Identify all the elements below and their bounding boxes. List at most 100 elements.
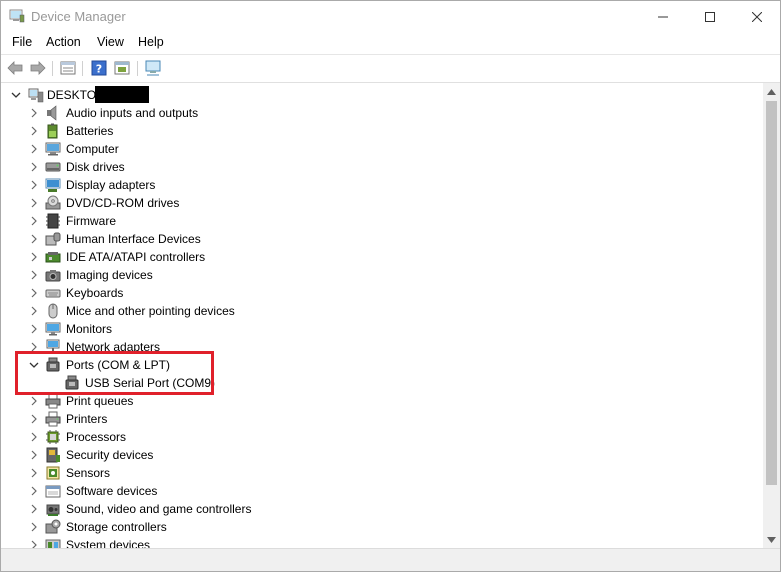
- forward-icon: [30, 61, 46, 75]
- tree-root[interactable]: DESKTOP: [1, 86, 761, 104]
- tree-item-dvd-cd-rom-drives[interactable]: DVD/CD-ROM drives: [1, 194, 761, 212]
- maximize-icon: [705, 11, 715, 22]
- chevron-right-icon[interactable]: [29, 180, 39, 190]
- chevron-right-icon[interactable]: [29, 324, 39, 334]
- tree-item-label: Human Interface Devices: [66, 232, 201, 246]
- storage-icon: [45, 519, 61, 534]
- window-title: Device Manager: [31, 9, 126, 24]
- tree-item-label: Computer: [66, 142, 119, 156]
- tree-item-audio-inputs-and-outputs[interactable]: Audio inputs and outputs: [1, 104, 761, 122]
- tree-item-keyboards[interactable]: Keyboards: [1, 284, 761, 302]
- chevron-right-icon[interactable]: [29, 306, 39, 316]
- device-manager-window: Device Manager File Action View Help ? D…: [0, 0, 781, 572]
- chevron-right-icon[interactable]: [29, 108, 39, 118]
- tree-item-storage-controllers[interactable]: Storage controllers: [1, 518, 761, 536]
- scroll-up-button[interactable]: [763, 83, 780, 100]
- tree-item-human-interface-devices[interactable]: Human Interface Devices: [1, 230, 761, 248]
- camera-icon: [45, 270, 61, 282]
- chevron-right-icon[interactable]: [29, 468, 39, 478]
- chevron-right-icon[interactable]: [29, 162, 39, 172]
- chevron-right-icon[interactable]: [29, 504, 39, 514]
- system-icon: [45, 539, 61, 548]
- svg-text:?: ?: [96, 63, 102, 76]
- tree-item-label: Display adapters: [66, 178, 156, 192]
- computer-icon: [45, 142, 61, 156]
- tree-item-processors[interactable]: Processors: [1, 428, 761, 446]
- chevron-right-icon[interactable]: [29, 198, 39, 208]
- tree-item-sensors[interactable]: Sensors: [1, 464, 761, 482]
- tree-item-label: Disk drives: [66, 160, 125, 174]
- monitor-icon: [45, 322, 61, 336]
- tree-item-software-devices[interactable]: Software devices: [1, 482, 761, 500]
- chevron-right-icon[interactable]: [29, 234, 39, 244]
- chevron-right-icon[interactable]: [29, 252, 39, 262]
- menu-help[interactable]: Help: [136, 35, 166, 49]
- tree-item-imaging-devices[interactable]: Imaging devices: [1, 266, 761, 284]
- chevron-right-icon[interactable]: [29, 540, 39, 548]
- status-bar: [1, 548, 780, 571]
- maximize-button[interactable]: [687, 1, 733, 32]
- tree-item-monitors[interactable]: Monitors: [1, 320, 761, 338]
- device-manager-icon: [9, 9, 25, 23]
- properties-button[interactable]: [59, 59, 77, 77]
- scan-hardware-button[interactable]: [144, 59, 162, 77]
- close-button[interactable]: [734, 1, 780, 32]
- tree-item-label: IDE ATA/ATAPI controllers: [66, 250, 206, 264]
- back-button[interactable]: [6, 59, 24, 77]
- chevron-right-icon[interactable]: [29, 270, 39, 280]
- tree-item-firmware[interactable]: Firmware: [1, 212, 761, 230]
- menu-view[interactable]: View: [95, 35, 126, 49]
- scan-hardware-icon: [145, 60, 161, 76]
- menu-bar: File Action View Help: [1, 32, 780, 53]
- help-button[interactable]: ?: [90, 59, 108, 77]
- tree-item-label: Imaging devices: [66, 268, 153, 282]
- computer-icon: [28, 88, 44, 103]
- forward-button[interactable]: [29, 59, 47, 77]
- redacted-name: [95, 86, 149, 103]
- chevron-down-icon[interactable]: [11, 90, 21, 100]
- display-adapter-icon: [45, 178, 61, 192]
- chevron-right-icon[interactable]: [29, 144, 39, 154]
- update-driver-icon: [114, 61, 130, 75]
- update-driver-button[interactable]: [113, 59, 131, 77]
- tree-item-label: System devices: [66, 538, 151, 548]
- tree-item-label: Printers: [66, 412, 108, 426]
- tree-item-display-adapters[interactable]: Display adapters: [1, 176, 761, 194]
- menu-file[interactable]: File: [10, 35, 34, 49]
- minimize-button[interactable]: [640, 1, 686, 32]
- tree-item-sound-video-and-game-controllers[interactable]: Sound, video and game controllers: [1, 500, 761, 518]
- battery-icon: [47, 123, 58, 139]
- tree-item-label: Storage controllers: [66, 520, 167, 534]
- tree-item-label: Audio inputs and outputs: [66, 106, 199, 120]
- tree-item-batteries[interactable]: Batteries: [1, 122, 761, 140]
- chevron-right-icon[interactable]: [29, 126, 39, 136]
- chevron-right-icon[interactable]: [29, 288, 39, 298]
- chevron-right-icon[interactable]: [29, 216, 39, 226]
- scroll-down-button[interactable]: [763, 531, 780, 548]
- tree-item-label: Software devices: [66, 484, 158, 498]
- chevron-right-icon[interactable]: [29, 450, 39, 460]
- tree-item-label: Sensors: [66, 466, 111, 480]
- tree-item-computer[interactable]: Computer: [1, 140, 761, 158]
- tree-item-printers[interactable]: Printers: [1, 410, 761, 428]
- tree-item-disk-drives[interactable]: Disk drives: [1, 158, 761, 176]
- vertical-scrollbar[interactable]: [763, 83, 780, 548]
- chevron-right-icon[interactable]: [29, 396, 39, 406]
- scrollbar-thumb[interactable]: [766, 101, 777, 485]
- printer-icon: [45, 411, 61, 427]
- tree-item-ide-ata-atapi-controllers[interactable]: IDE ATA/ATAPI controllers: [1, 248, 761, 266]
- tree-item-mice-and-other-pointing-devices[interactable]: Mice and other pointing devices: [1, 302, 761, 320]
- tree-item-system-devices[interactable]: System devices: [1, 536, 761, 548]
- chevron-right-icon[interactable]: [29, 522, 39, 532]
- highlight-box: [15, 351, 214, 395]
- firmware-icon: [46, 213, 60, 229]
- scroll-down-icon: [767, 536, 776, 543]
- properties-icon: [60, 61, 76, 75]
- chevron-right-icon[interactable]: [29, 486, 39, 496]
- chevron-right-icon[interactable]: [29, 414, 39, 424]
- tree-item-security-devices[interactable]: Security devices: [1, 446, 761, 464]
- tree-item-label: Print queues: [66, 394, 134, 408]
- chevron-right-icon[interactable]: [29, 432, 39, 442]
- menu-action[interactable]: Action: [44, 35, 83, 49]
- tree-item-label: Mice and other pointing devices: [66, 304, 235, 318]
